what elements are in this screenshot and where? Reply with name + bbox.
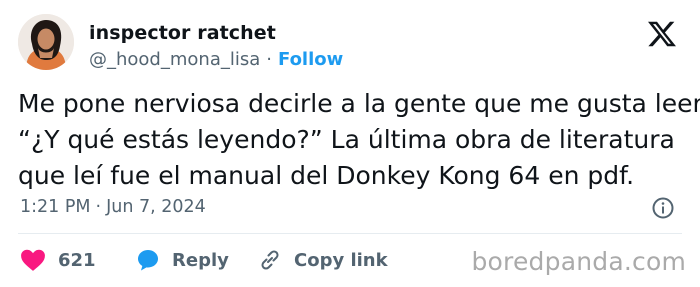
- reply-label: Reply: [172, 249, 229, 271]
- avatar-image: [18, 14, 74, 70]
- tweet-card: inspector ratchet @_hood_mona_lisa · Follo…: [0, 0, 700, 287]
- copy-link-button[interactable]: Copy link: [258, 245, 388, 275]
- watermark: boredpanda.com: [471, 247, 686, 276]
- info-icon[interactable]: [651, 196, 675, 220]
- like-button[interactable]: 621: [20, 245, 96, 275]
- tweet-date: Jun 7, 2024: [106, 197, 206, 217]
- handle-row: @_hood_mona_lisa · Follow: [89, 49, 343, 70]
- display-name[interactable]: inspector ratchet: [89, 22, 276, 44]
- heart-icon: [21, 249, 45, 271]
- avatar[interactable]: [18, 14, 74, 70]
- tweet-time: 1:21 PM: [20, 197, 91, 217]
- handle-separator: ·: [266, 49, 272, 70]
- link-icon: [261, 250, 279, 270]
- copy-link-label: Copy link: [294, 249, 388, 271]
- divider: [18, 233, 682, 234]
- user-handle[interactable]: @_hood_mona_lisa: [89, 49, 260, 70]
- tweet-text: Me pone nerviosa decirle a la gente que …: [18, 86, 700, 194]
- tweet-timestamp[interactable]: 1:21 PM · Jun 7, 2024: [20, 197, 206, 217]
- tweet-text-line: Me pone nerviosa decirle a la gente que …: [18, 89, 700, 118]
- reply-bubble-icon: [138, 250, 158, 271]
- x-logo-icon[interactable]: [648, 20, 676, 48]
- like-count: 621: [58, 249, 96, 271]
- tweet-text-line: que leí fue el manual del Donkey Kong 64…: [18, 161, 635, 190]
- tweet-text-line: “¿Y qué estás leyendo?” La última obra d…: [18, 125, 675, 154]
- reply-button[interactable]: Reply: [136, 245, 229, 275]
- meta-separator: ·: [95, 197, 102, 217]
- follow-button[interactable]: Follow: [278, 49, 343, 70]
